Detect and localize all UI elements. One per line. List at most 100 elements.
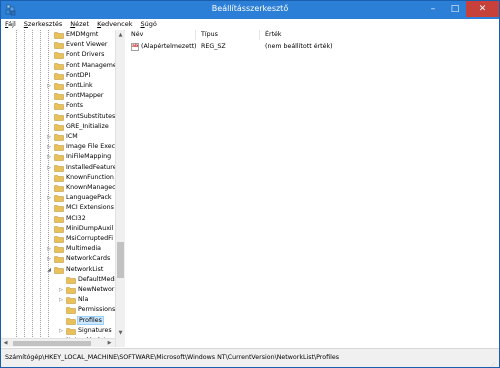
scroll-right-arrow-icon[interactable]: ▶ [105,339,114,348]
tree-item[interactable]: ◢ NetworkList [1,265,117,275]
value-data[interactable]: (nem beállított érték) [265,42,333,52]
tree-item[interactable]: ▷ Image File Execu [1,142,117,152]
expand-arrow-icon[interactable]: ▷ [46,154,52,160]
expand-arrow-icon[interactable]: ▷ [46,256,52,262]
tree-item-label: Font Manageme [66,61,117,69]
tree-item-label: KnownManagec [66,184,116,191]
tree-item[interactable]: Event Viewer [1,40,117,50]
tree-item-label: KnownFunction [66,173,114,181]
folder-icon [54,226,64,233]
tree-item[interactable]: MiniDumpAuxil [1,224,117,234]
folder-icon [54,52,64,60]
expand-arrow-icon[interactable]: ▷ [46,134,52,140]
expand-arrow-icon[interactable]: ▷ [58,287,64,293]
resize-grip-icon[interactable]: ⋰ [489,357,497,367]
tree-item-label: Image File Execu [66,143,117,151]
tree-item[interactable]: ▷ LanguagePack [1,193,117,203]
column-header-type[interactable]: Típus [196,30,260,40]
folder-icon [54,215,64,223]
menu-favorites[interactable]: Kedvencek [93,19,136,30]
folder-icon [54,124,64,131]
tree-item[interactable]: FontSubstitutes [1,112,117,122]
folder-icon [54,103,64,111]
tree-item[interactable]: ▷ IniFileMapping [1,152,117,162]
folder-icon [54,134,64,141]
folder-icon [66,287,76,294]
tree-item[interactable]: ▷ Multimedia [1,244,117,254]
expand-arrow-icon[interactable]: ▷ [58,297,64,303]
value-name[interactable]: (Alapértelmezett) [141,42,197,52]
folder-icon [54,205,64,213]
scroll-left-arrow-icon[interactable]: ◀ [1,339,10,348]
tree-item[interactable]: KnownFunction [1,173,117,183]
tree-item[interactable]: Profiles [1,315,117,326]
scroll-down-arrow-icon[interactable]: ▼ [116,328,125,338]
tree-item-label: Nla [78,296,89,304]
folder-icon [54,246,64,253]
tree-item-label: GRE_Initialize [66,122,109,130]
tree-item[interactable]: Permissions [1,305,117,315]
scroll-thumb[interactable] [117,242,124,278]
menu-help[interactable]: Súgó [137,19,161,30]
folder-icon [54,154,64,162]
minimize-button[interactable]: – [422,1,444,17]
scroll-up-arrow-icon[interactable]: ▲ [116,30,125,40]
tree-item[interactable]: EMDMgmt [1,30,117,40]
value-type[interactable]: REG_SZ [201,42,226,52]
tree-item[interactable]: FontMapper [1,91,117,101]
tree-item-label: FontSubstitutes [66,112,116,120]
folder-icon [54,144,64,151]
tree-horizontal-scrollbar[interactable]: ◀ ▶ [1,338,115,347]
expand-arrow-icon[interactable]: ▷ [46,83,52,89]
tree-item[interactable]: Font Manageme [1,61,117,71]
hscroll-thumb[interactable] [13,341,91,346]
tree-item[interactable]: KnownManagec [1,183,117,193]
tree-item-label: NetworkCards [66,255,111,263]
expand-arrow-icon[interactable]: ▷ [46,246,52,252]
tree-item[interactable]: ▷ FontLink [1,81,117,91]
collapse-arrow-icon[interactable]: ◢ [46,267,52,273]
tree-item[interactable]: Fonts [1,101,117,111]
menu-file[interactable]: Fájl [1,19,20,30]
tree-item-label: DefaultMedi [78,275,117,283]
tree-item-label: Event Viewer [66,41,108,49]
expand-arrow-icon[interactable]: ▷ [46,195,52,201]
tree-item-label: Font Drivers [66,51,105,59]
expand-arrow-icon[interactable]: ▷ [58,328,64,334]
tree-item[interactable]: ▷ NetworkCards [1,254,117,264]
column-header-data[interactable]: Érték [260,30,499,40]
tree-item-label: FontMapper [66,92,104,100]
folder-icon [66,297,76,304]
tree-item[interactable]: ▷ InstalledFeature [1,163,117,173]
tree-item[interactable]: ▷ Nla [1,295,117,305]
menu-edit[interactable]: Szerkesztés [20,19,67,30]
tree-item[interactable]: MsiCorruptedFi [1,234,117,244]
tree-item-label: LanguagePack [66,194,112,202]
maximize-button[interactable]: □ [444,1,466,17]
tree-item[interactable]: ▷ NewNetwor [1,285,117,295]
close-button[interactable]: ✕ [466,1,499,17]
tree-item[interactable]: DefaultMedi [1,275,117,285]
tree-item[interactable]: ▷ ICM [1,132,117,142]
tree-item-label: NewNetwor [78,286,115,293]
key-tree-panel[interactable]: EMDMgmt Event Viewer Font Drivers Font Mana… [1,30,125,347]
tree-item-label: InstalledFeature [66,163,117,171]
tree-item-label: MCI Extensions [66,204,114,212]
tree-item[interactable]: MCI Extensions [1,203,117,213]
key-path: Számítógép\HKEY_LOCAL_MACHINE\SOFTWARE\M… [5,354,339,361]
expand-arrow-icon[interactable]: ▷ [46,144,52,150]
menu-view[interactable]: Nézet [66,19,93,30]
tree-item-label: Signatures [78,326,112,334]
tree-item[interactable]: ▷ Signatures [1,326,117,336]
tree-item[interactable]: GRE_Initialize [1,122,117,132]
folder-icon [66,317,76,325]
tree-item[interactable]: FontDPI [1,71,117,81]
string-value-icon: ab [131,43,139,51]
tree-item[interactable]: Font Drivers [1,50,117,60]
column-header-name[interactable]: Név [126,30,196,40]
tree-item[interactable]: MCI32 [1,214,117,224]
title-bar[interactable]: Beállításszerkesztő – □ ✕ [1,1,499,19]
values-pane[interactable]: Név Típus Érték ab (Alapértelmezett) REG… [126,30,499,347]
tree-vertical-scrollbar[interactable]: ▲ ▼ [115,30,125,347]
expand-arrow-icon[interactable]: ▷ [46,165,52,171]
